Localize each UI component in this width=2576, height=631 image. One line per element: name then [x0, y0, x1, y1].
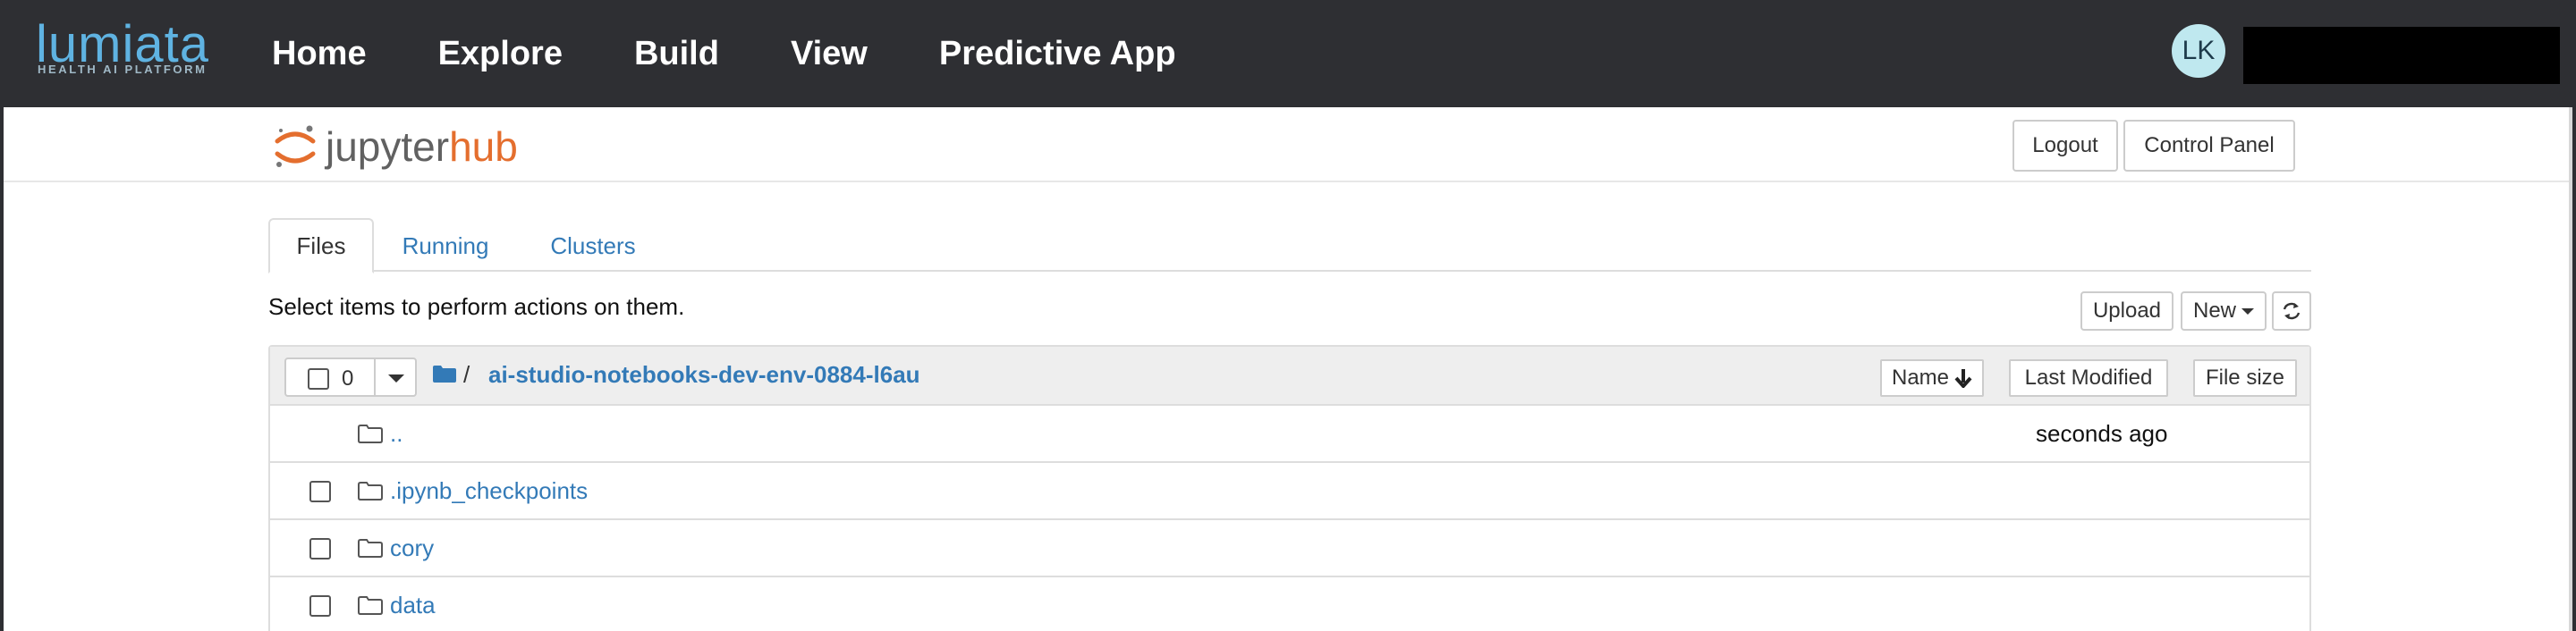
nav-item-view[interactable]: View [791, 35, 868, 73]
file-name-link[interactable]: cory [390, 534, 434, 562]
tab-running[interactable]: Running [392, 218, 499, 273]
breadcrumb-current-path[interactable]: ai-studio-notebooks-dev-env-0884-l6au [488, 361, 920, 389]
jupyterhub-header: jupyterhub Logout Control Panel [4, 107, 2572, 182]
row-checkbox[interactable] [309, 595, 331, 617]
selected-count: 0 [342, 366, 354, 391]
file-name-link[interactable]: .. [390, 420, 402, 448]
sort-by-file-size-button[interactable]: File size [2193, 359, 2297, 397]
logout-button[interactable]: Logout [2012, 120, 2118, 172]
redacted-user-name [2243, 27, 2560, 84]
list-item-parent-dir[interactable]: .. seconds ago [270, 406, 2309, 463]
select-all-group: 0 [284, 358, 417, 397]
folder-outline-icon [358, 596, 383, 615]
breadcrumb-separator: / [463, 361, 470, 388]
upload-button[interactable]: Upload [2080, 291, 2174, 331]
wordmark-jupyter: jupyter [326, 123, 450, 170]
refresh-icon [2283, 302, 2301, 320]
user-avatar[interactable]: LK [2172, 24, 2225, 78]
nav-item-predictive-app[interactable]: Predictive App [939, 35, 1176, 73]
nav-item-home[interactable]: Home [272, 35, 367, 73]
top-nav-bar: lumiata HEALTH AI PLATFORM Home Explore … [0, 0, 2576, 107]
main-nav: Home Explore Build View Predictive App [272, 0, 1248, 107]
sort-by-name-button[interactable]: Name [1880, 359, 1984, 397]
nav-item-build[interactable]: Build [634, 35, 719, 73]
wordmark-hub: hub [449, 123, 518, 170]
list-item[interactable]: cory [270, 520, 2309, 577]
refresh-button[interactable] [2272, 291, 2311, 331]
list-item[interactable]: data [270, 577, 2309, 631]
jupyterhub-wordmark: jupyterhub [326, 122, 518, 171]
file-name-link[interactable]: data [390, 592, 436, 619]
select-all-checkbox[interactable] [308, 368, 329, 390]
jupyter-logo-icon [274, 122, 317, 172]
lumiata-logo[interactable]: lumiata HEALTH AI PLATFORM [36, 15, 208, 77]
file-tabs: Files Running Clusters [268, 218, 2311, 273]
folder-outline-icon [358, 482, 383, 501]
brand-tagline: HEALTH AI PLATFORM [38, 63, 208, 76]
selection-hint: Select items to perform actions on them. [268, 293, 685, 320]
file-name-link[interactable]: .ipynb_checkpoints [390, 477, 588, 505]
last-modified-value: seconds ago [2036, 420, 2168, 447]
new-dropdown-button[interactable]: New [2181, 291, 2267, 331]
folder-icon[interactable] [433, 365, 456, 383]
caret-down-icon [2241, 307, 2254, 315]
row-checkbox[interactable] [309, 481, 331, 502]
sort-by-last-modified-button[interactable]: Last Modified [2009, 359, 2168, 397]
folder-outline-icon [358, 539, 383, 558]
control-panel-button[interactable]: Control Panel [2123, 120, 2295, 172]
sort-name-label: Name [1891, 366, 1950, 390]
folder-outline-icon [358, 425, 383, 443]
row-checkbox[interactable] [309, 538, 331, 559]
new-button-label: New [2192, 299, 2236, 323]
tab-files[interactable]: Files [268, 218, 374, 273]
list-item[interactable]: .ipynb_checkpoints [270, 463, 2309, 520]
arrow-down-icon [1954, 369, 1972, 388]
nav-item-explore[interactable]: Explore [438, 35, 563, 73]
jupyterhub-frame: jupyterhub Logout Control Panel Files Ru… [4, 107, 2572, 631]
divider [374, 359, 376, 395]
select-menu-caret-icon[interactable] [388, 374, 404, 383]
frame-right-border [2569, 107, 2572, 631]
tab-clusters[interactable]: Clusters [535, 218, 651, 273]
file-list: 0 / ai-studio-notebooks-dev-env-0884-l6a… [268, 345, 2311, 631]
file-list-header: 0 / ai-studio-notebooks-dev-env-0884-l6a… [270, 347, 2309, 406]
jupyterhub-logo[interactable]: jupyterhub [274, 120, 518, 173]
